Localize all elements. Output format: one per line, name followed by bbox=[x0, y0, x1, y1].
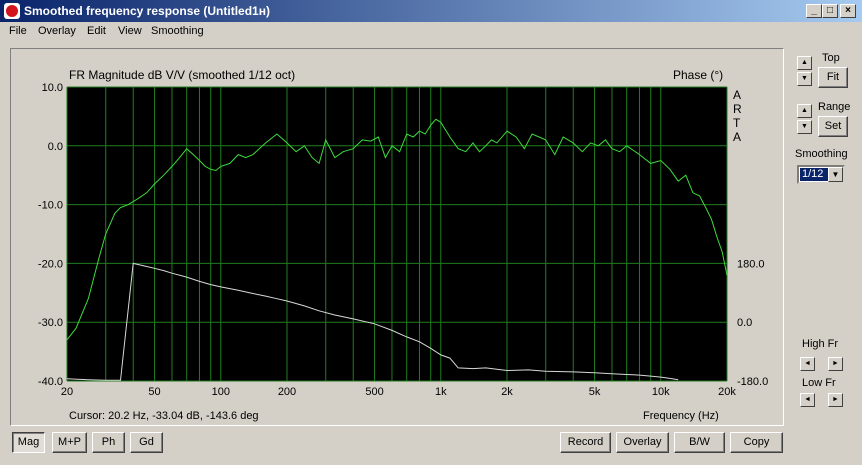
group-delay-button-label: Gd bbox=[139, 436, 154, 448]
low-fr-left-arrow-icon[interactable]: ◄ bbox=[800, 393, 815, 407]
magnitude-phase-button-label: M+P bbox=[58, 436, 81, 448]
top-label: Top bbox=[822, 52, 840, 64]
set-button[interactable]: Set bbox=[818, 116, 848, 137]
menu-smoothing[interactable]: Smoothing bbox=[151, 25, 204, 37]
magnitude-phase-button[interactable]: M+P bbox=[52, 432, 87, 453]
x-tick-label: 10k bbox=[652, 386, 670, 398]
y-tick-label: 10.0 bbox=[42, 82, 63, 94]
window-title: Smoothed frequency response (Untitled1н) bbox=[24, 4, 270, 18]
x-tick-label: 1k bbox=[435, 386, 447, 398]
phase-tick-label: 180.0 bbox=[737, 258, 765, 270]
maximize-button[interactable]: □ bbox=[822, 4, 838, 18]
fit-button[interactable]: Fit bbox=[818, 67, 848, 88]
fit-button-label: Fit bbox=[826, 71, 840, 83]
menu-file[interactable]: File bbox=[9, 25, 27, 37]
overlay-button[interactable]: Overlay bbox=[616, 432, 669, 453]
smoothing-select[interactable]: 1/12 ▼ bbox=[797, 165, 845, 184]
chart-title: FR Magnitude dB V/V (smoothed 1/12 oct) bbox=[69, 68, 295, 82]
title-bar: Smoothed frequency response (Untitled1н)… bbox=[0, 0, 862, 22]
low-fr-label: Low Fr bbox=[802, 377, 836, 389]
copy-button[interactable]: Copy bbox=[730, 432, 783, 453]
black-white-button[interactable]: B/W bbox=[674, 432, 725, 453]
app-icon bbox=[4, 3, 20, 19]
x-tick-label: 2k bbox=[501, 386, 513, 398]
brand-letter-r: R bbox=[733, 102, 742, 116]
x-axis-label: Frequency (Hz) bbox=[643, 410, 719, 422]
y-tick-label: -10.0 bbox=[38, 200, 63, 212]
y-tick-label: -40.0 bbox=[38, 376, 63, 388]
y-tick-label: -20.0 bbox=[38, 258, 63, 270]
brand-letter-a1: A bbox=[733, 88, 741, 102]
x-tick-label: 20k bbox=[718, 386, 736, 398]
record-button[interactable]: Record bbox=[560, 432, 611, 453]
top-up-arrow-icon[interactable]: ▲ bbox=[797, 56, 812, 70]
set-button-label: Set bbox=[824, 120, 842, 132]
x-tick-label: 100 bbox=[212, 386, 230, 398]
smoothing-select-value: 1/12 bbox=[800, 168, 829, 181]
range-up-arrow-icon[interactable]: ▲ bbox=[797, 104, 812, 118]
high-fr-right-arrow-icon[interactable]: ► bbox=[828, 357, 843, 371]
group-delay-button[interactable]: Gd bbox=[130, 432, 163, 453]
close-button[interactable]: × bbox=[840, 4, 856, 18]
top-down-arrow-icon[interactable]: ▼ bbox=[797, 72, 812, 86]
plot-area bbox=[67, 87, 727, 381]
menu-bar: File Overlay Edit View Smoothing bbox=[0, 22, 862, 42]
menu-edit[interactable]: Edit bbox=[87, 25, 106, 37]
phase-tick-label: 0.0 bbox=[737, 317, 752, 329]
x-tick-label: 200 bbox=[278, 386, 296, 398]
minimize-button[interactable]: _ bbox=[806, 4, 822, 18]
menu-overlay[interactable]: Overlay bbox=[38, 25, 76, 37]
range-label: Range bbox=[818, 101, 851, 113]
phase-button[interactable]: Ph bbox=[92, 432, 125, 453]
frequency-response-chart[interactable]: 20 50 100 200 500 1k 2k 5k 10k 20k10.00.0-10.0-20… bbox=[11, 49, 783, 425]
mag-button[interactable]: Mag bbox=[12, 432, 45, 453]
phase-button-label: Ph bbox=[101, 436, 116, 448]
brand-letter-a2: A bbox=[733, 130, 741, 144]
overlay-button-label: Overlay bbox=[623, 436, 662, 448]
range-down-arrow-icon[interactable]: ▼ bbox=[797, 120, 812, 134]
cursor-readout: Cursor: 20.2 Hz, -33.04 dB, -143.6 deg bbox=[69, 410, 259, 422]
copy-button-label: Copy bbox=[743, 436, 770, 448]
x-tick-label: 5k bbox=[589, 386, 601, 398]
x-tick-label: 50 bbox=[148, 386, 160, 398]
smoothing-label: Smoothing bbox=[795, 148, 848, 160]
plot-panel: 20 50 100 200 500 1k 2k 5k 10k 20k 10.0 0.0 -10.0 -20… bbox=[10, 48, 784, 426]
mag-button-label: Mag bbox=[17, 436, 40, 448]
low-fr-right-arrow-icon[interactable]: ► bbox=[828, 393, 843, 407]
y-tick-label: -30.0 bbox=[38, 317, 63, 329]
x-tick-label: 500 bbox=[365, 386, 383, 398]
high-fr-left-arrow-icon[interactable]: ◄ bbox=[800, 357, 815, 371]
black-white-button-label: B/W bbox=[689, 436, 710, 448]
brand-letter-t: T bbox=[733, 116, 741, 130]
high-fr-label: High Fr bbox=[802, 338, 839, 350]
phase-axis-label: Phase (°) bbox=[673, 68, 723, 82]
phase-tick-label: -180.0 bbox=[737, 376, 768, 388]
y-tick-label: 0.0 bbox=[48, 141, 63, 153]
record-button-label: Record bbox=[567, 436, 604, 448]
chevron-down-icon[interactable]: ▼ bbox=[828, 167, 843, 182]
menu-view[interactable]: View bbox=[118, 25, 142, 37]
